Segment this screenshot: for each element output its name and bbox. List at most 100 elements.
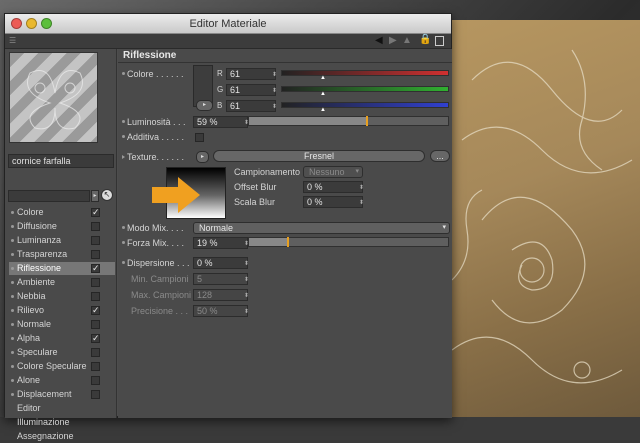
channel-checkbox[interactable] [91, 250, 100, 259]
channel-dot-icon [11, 211, 14, 214]
luminosity-slider[interactable] [248, 116, 449, 126]
channel-label: Diffusione [17, 221, 57, 231]
channel-item[interactable]: Alpha ✓ [9, 332, 115, 345]
channel-checkbox[interactable] [91, 236, 100, 245]
channel-dot-icon [11, 295, 14, 298]
channel-checkbox[interactable] [91, 376, 100, 385]
channel-label: Normale [17, 319, 52, 329]
channel-checkbox[interactable]: ✓ [91, 208, 100, 217]
channel-dot-icon [11, 281, 14, 284]
sampling-dropdown[interactable]: Nessuno ▾ [303, 166, 363, 178]
precision-field[interactable]: 50 % ⬍ [193, 305, 249, 317]
channel-item[interactable]: Riflessione ✓ [9, 262, 115, 275]
channel-item[interactable]: Trasparenza [9, 248, 115, 261]
dispersion-label: Dispersione . . . [122, 257, 190, 269]
offset-blur-field[interactable]: 0 % ⬍ [303, 181, 364, 193]
channel-label: Alpha [17, 333, 41, 343]
window-title: Editor Materiale [189, 18, 267, 30]
texture-name-button[interactable]: Fresnel [213, 150, 425, 162]
scale-blur-field[interactable]: 0 % ⬍ [303, 196, 364, 208]
scale-blur-label: Scala Blur [234, 197, 276, 207]
channel-item[interactable]: Alone [9, 374, 115, 387]
pick-icon[interactable]: ↖ [101, 189, 113, 201]
b-value-field[interactable]: 61 ⬍ [226, 100, 277, 112]
new-panel-icon[interactable] [435, 36, 444, 46]
min-samples-field[interactable]: 5 ⬍ [193, 273, 249, 285]
channel-item[interactable]: Illuminazione [9, 416, 115, 429]
up-arrow-icon[interactable]: ▲ [402, 35, 412, 46]
channel-dot-icon [11, 309, 14, 312]
channel-dot-icon [11, 393, 14, 396]
r-slider[interactable]: ▲ [281, 70, 449, 81]
channel-checkbox[interactable] [91, 390, 100, 399]
channel-checkbox[interactable]: ✓ [91, 264, 100, 273]
channel-item[interactable]: Luminanza [9, 234, 115, 247]
texture-menu-button[interactable]: ▸ [196, 151, 209, 163]
channel-item[interactable]: Nebbia [9, 290, 115, 303]
highlight-arrow-icon [152, 177, 200, 213]
channel-checkbox[interactable] [91, 292, 100, 301]
dispersion-field[interactable]: 0 % ⬍ [193, 257, 249, 269]
channel-item[interactable]: Editor [9, 402, 115, 415]
channel-panel: cornice farfalla ▸ ↖ Colore ✓ Diffusione Lu… [5, 49, 117, 441]
lock-icon[interactable]: 🔒 [419, 34, 431, 45]
channel-item[interactable]: Diffusione [9, 220, 115, 233]
mix-strength-field[interactable]: 19 % ⬍ [193, 237, 249, 249]
channel-item[interactable]: Colore ✓ [9, 206, 115, 219]
channel-item[interactable]: Normale [9, 318, 115, 331]
material-name-field[interactable]: cornice farfalla [8, 154, 114, 168]
color-mode-button[interactable]: ▸ [196, 100, 213, 111]
menu-grip-icon[interactable]: ☰ [9, 36, 19, 46]
mix-strength-marker [287, 237, 289, 247]
channel-label: Rilievo [17, 305, 45, 315]
luminosity-fill [249, 117, 366, 125]
b-label: B [217, 101, 223, 110]
g-slider[interactable]: ▲ [281, 86, 449, 97]
channel-checkbox[interactable]: ✓ [91, 306, 100, 315]
channel-item[interactable]: Rilievo ✓ [9, 304, 115, 317]
channel-dot-icon [11, 351, 14, 354]
channel-checkbox[interactable] [91, 362, 100, 371]
b-slider[interactable]: ▲ [281, 102, 449, 113]
texture-more-button[interactable]: ... [430, 150, 450, 162]
channel-checkbox[interactable] [91, 222, 100, 231]
back-arrow-icon[interactable]: ◀ [375, 35, 383, 46]
channel-label: Alone [17, 375, 41, 385]
r-value-field[interactable]: 61 ⬍ [226, 68, 277, 80]
g-value-field[interactable]: 61 ⬍ [226, 84, 277, 96]
channel-checkbox[interactable] [91, 278, 100, 287]
filter-arrow-icon[interactable]: ▸ [91, 190, 99, 202]
luminosity-field[interactable]: 59 % ⬍ [193, 116, 249, 128]
channel-filter-field[interactable] [8, 190, 90, 202]
channel-checkbox[interactable]: ✓ [91, 334, 100, 343]
additive-checkbox[interactable] [195, 133, 204, 142]
r-label: R [217, 69, 223, 78]
channel-dot-icon [11, 379, 14, 382]
max-samples-field[interactable]: 128 ⬍ [193, 289, 249, 301]
channel-item[interactable]: Assegnazione [9, 430, 115, 443]
mix-mode-dropdown[interactable]: Normale ▾ [193, 222, 450, 234]
channel-dot-icon [11, 323, 14, 326]
section-title: Riflessione [118, 49, 452, 63]
material-preview[interactable] [9, 52, 98, 143]
mix-mode-label: Modo Mix. . . . [122, 222, 184, 234]
channel-label: Nebbia [17, 291, 46, 301]
channel-checkbox[interactable] [91, 348, 100, 357]
channel-label: Ambiente [17, 277, 56, 287]
channel-item[interactable]: Speculare [9, 346, 115, 359]
channel-item[interactable]: Displacement [9, 388, 115, 401]
forward-arrow-icon[interactable]: ▶ [389, 35, 397, 46]
channel-item[interactable]: Ambiente [9, 276, 115, 289]
luminosity-label: Luminosità . . . [122, 116, 186, 128]
mix-strength-slider[interactable] [248, 237, 449, 247]
channel-dot-icon [11, 253, 14, 256]
channel-checkbox[interactable] [91, 320, 100, 329]
background-artwork [452, 20, 640, 417]
sampling-label: Campionamento [234, 167, 301, 177]
channel-label: Riflessione [17, 263, 62, 273]
title-bar: Editor Materiale [5, 14, 451, 34]
channel-item[interactable]: Colore Speculare [9, 360, 115, 373]
color-label: Colore . . . . . . [122, 68, 184, 80]
channel-label: Colore Speculare [17, 361, 87, 371]
channel-label: Editor [17, 403, 41, 413]
